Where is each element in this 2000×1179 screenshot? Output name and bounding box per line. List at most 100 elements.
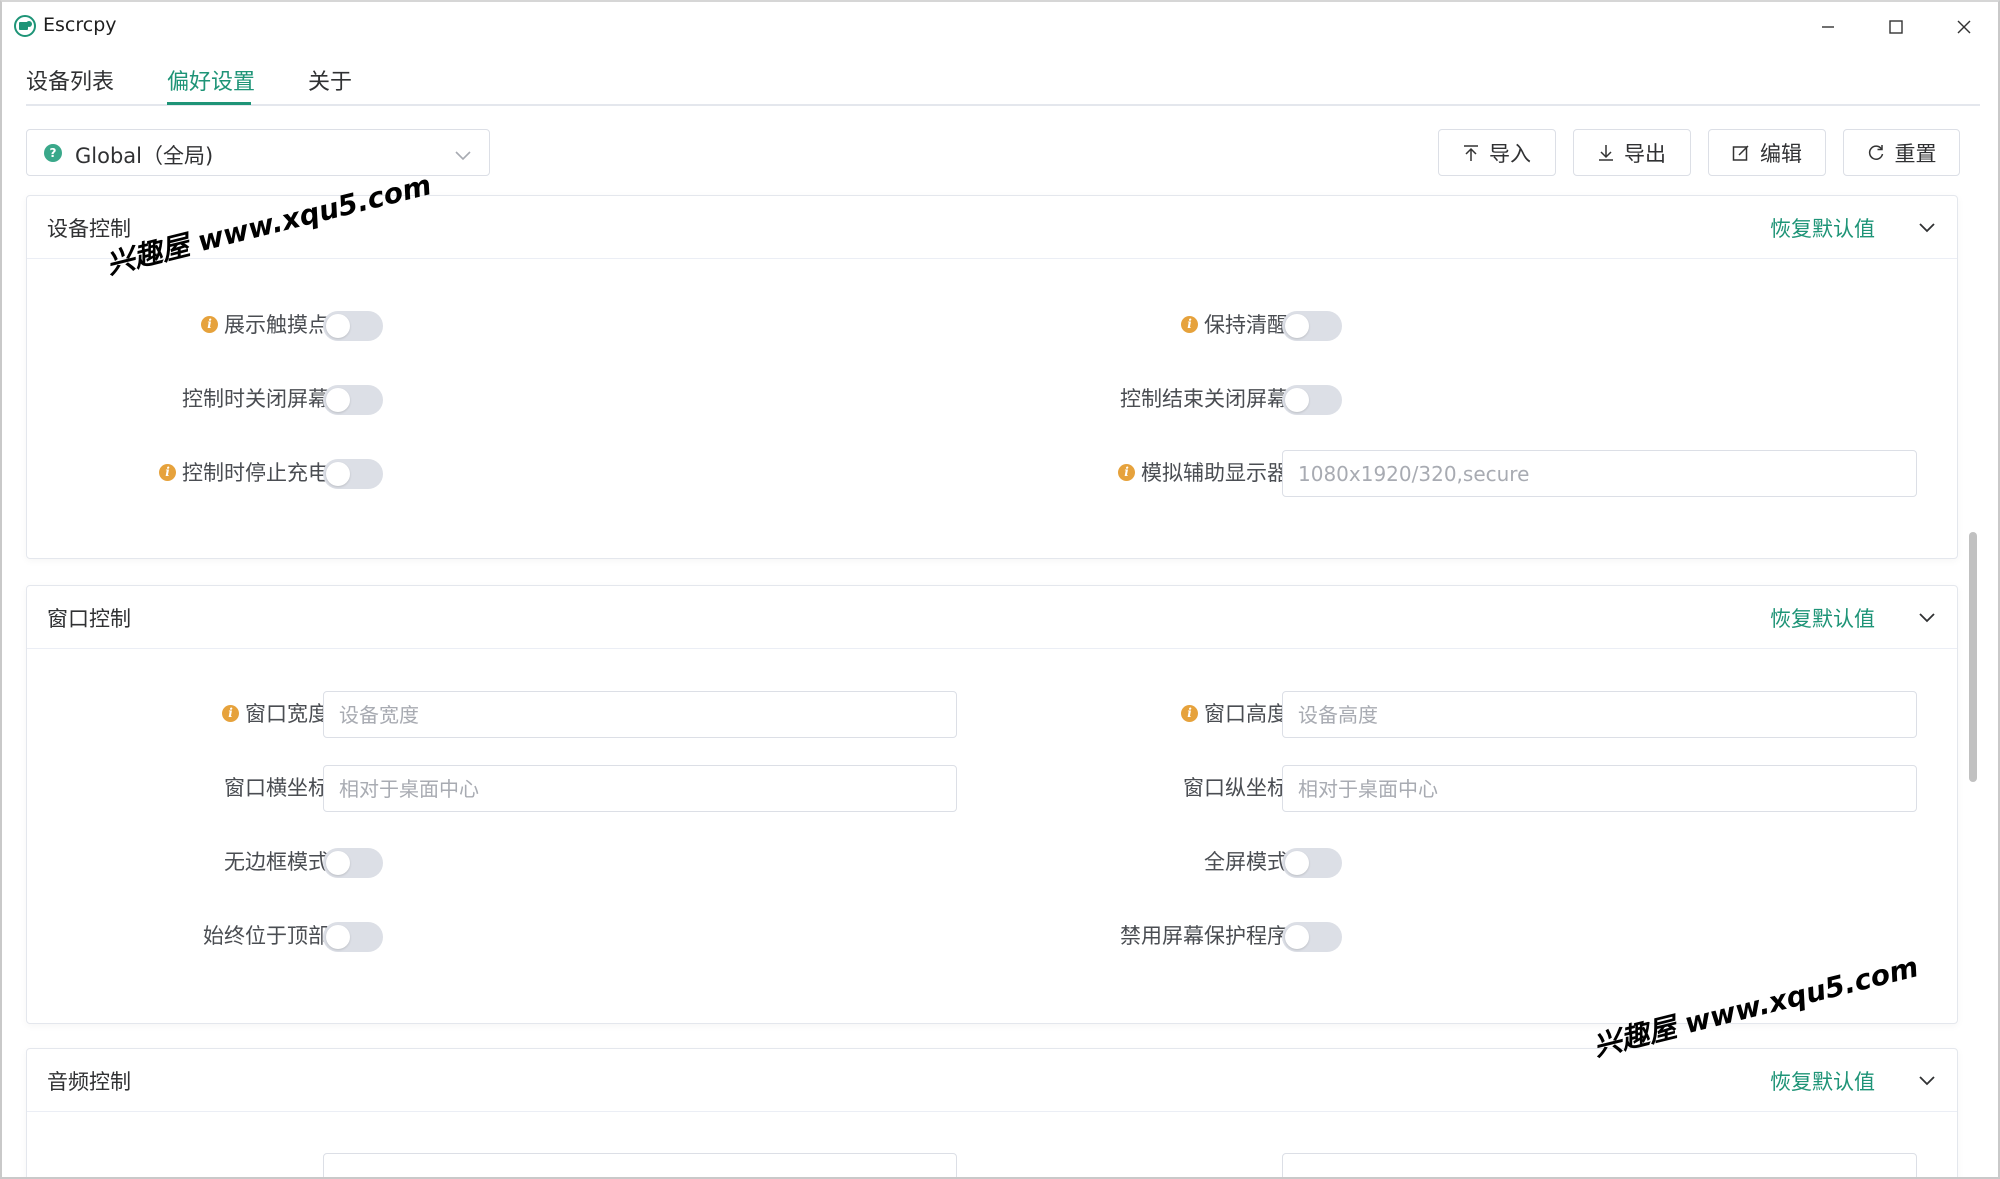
disable-screensaver-switch[interactable] (1282, 922, 1342, 952)
window-y-field[interactable] (1283, 766, 1916, 811)
window-height-field[interactable] (1283, 692, 1916, 737)
close-button[interactable] (1944, 10, 1984, 44)
device-control-section: 设备控制 恢复默认值 i 展示触摸点 i 保持清醒 控制时关闭屏幕 控制结束关闭… (26, 195, 1958, 559)
fullscreen-switch[interactable] (1282, 848, 1342, 878)
window-width-text: 窗口宽度 (245, 702, 329, 726)
window-width-field[interactable] (324, 692, 956, 737)
app-window: Escrcpy 设备列表 偏好设置 关于 ? Global（全局) 导入 导出 (0, 0, 2000, 1179)
window-x-input[interactable] (323, 765, 957, 812)
show-touches-label: i 展示触摸点 (201, 309, 329, 339)
audio-input-partial[interactable] (323, 1153, 957, 1177)
edit-label: 编辑 (1760, 141, 1802, 166)
minimize-icon (1822, 26, 1834, 28)
window-control-section: 窗口控制 恢复默认值 i 窗口宽度 i 窗口高度 窗口横坐标 窗口纵 (26, 585, 1958, 1024)
section-title: 设备控制 (47, 217, 131, 241)
disable-screensaver-text: 禁用屏幕保护程序 (1120, 924, 1288, 948)
window-title: Escrcpy (43, 14, 117, 36)
borderless-switch[interactable] (323, 848, 383, 878)
tab-device-list[interactable]: 设备列表 (26, 64, 114, 106)
stay-awake-switch[interactable] (1282, 311, 1342, 341)
fullscreen-text: 全屏模式 (1204, 850, 1288, 874)
minimize-button[interactable] (1808, 10, 1848, 44)
stop-charging-text: 控制时停止充电 (182, 461, 329, 485)
section-title: 窗口控制 (47, 607, 131, 631)
scrollbar-thumb[interactable] (1969, 532, 1977, 782)
window-x-field[interactable] (324, 766, 956, 811)
vertical-scrollbar[interactable] (1968, 197, 1978, 1172)
close-icon (1957, 20, 1971, 34)
window-y-input[interactable] (1282, 765, 1917, 812)
borderless-label: 无边框模式 (224, 846, 329, 876)
stay-awake-text: 保持清醒 (1204, 313, 1288, 337)
window-x-text: 窗口横坐标 (224, 776, 329, 800)
scope-select-value: Global（全局) (75, 144, 214, 168)
help-icon: ? (44, 144, 62, 162)
stop-charging-switch[interactable] (323, 459, 383, 489)
main-tabs: 设备列表 偏好设置 关于 (26, 58, 1980, 106)
window-y-label: 窗口纵坐标 (1183, 772, 1288, 802)
always-on-top-label: 始终位于顶部 (203, 920, 329, 950)
reset-label: 重置 (1894, 141, 1937, 166)
turn-screen-off-label: 控制时关闭屏幕 (182, 383, 329, 413)
borderless-text: 无边框模式 (224, 850, 329, 874)
edit-button[interactable]: 编辑 (1708, 129, 1826, 176)
show-touches-switch[interactable] (323, 311, 383, 341)
window-x-label: 窗口横坐标 (224, 772, 329, 802)
restore-defaults-link[interactable]: 恢复默认值 (1770, 1066, 1875, 1096)
edit-icon (1732, 144, 1749, 161)
always-on-top-switch[interactable] (323, 922, 383, 952)
info-icon: i (1118, 463, 1135, 481)
export-button[interactable]: 导出 (1573, 129, 1691, 176)
disable-screensaver-label: 禁用屏幕保护程序 (1120, 920, 1288, 950)
virtual-display-text: 模拟辅助显示器 (1141, 461, 1288, 485)
audio-control-header[interactable]: 音频控制 恢复默认值 (27, 1049, 1957, 1112)
window-width-label: i 窗口宽度 (222, 698, 329, 728)
collapse-chevron-icon[interactable] (1919, 1071, 1935, 1090)
fullscreen-label: 全屏模式 (1204, 846, 1288, 876)
window-y-text: 窗口纵坐标 (1183, 776, 1288, 800)
audio-input-partial[interactable] (1282, 1153, 1917, 1177)
import-label: 导入 (1489, 141, 1531, 166)
tab-preferences[interactable]: 偏好设置 (167, 64, 255, 106)
show-touches-text: 展示触摸点 (224, 313, 329, 337)
escrcpy-logo-icon (14, 15, 36, 37)
power-off-on-close-switch[interactable] (1282, 385, 1342, 415)
info-icon: i (1181, 315, 1198, 333)
always-on-top-text: 始终位于顶部 (203, 924, 329, 948)
info-icon: i (1181, 704, 1198, 722)
window-height-text: 窗口高度 (1204, 702, 1288, 726)
audio-control-section: 音频控制 恢复默认值 (26, 1048, 1958, 1177)
info-icon: i (201, 315, 218, 333)
active-tab-indicator (167, 102, 251, 105)
window-height-input[interactable] (1282, 691, 1917, 738)
restore-defaults-link[interactable]: 恢复默认值 (1770, 603, 1875, 633)
section-title: 音频控制 (47, 1070, 131, 1094)
reset-button[interactable]: 重置 (1843, 129, 1960, 176)
maximize-icon (1889, 20, 1903, 34)
chevron-down-icon (455, 146, 471, 165)
info-icon: i (159, 463, 176, 481)
stop-charging-label: i 控制时停止充电 (159, 457, 329, 487)
window-width-input[interactable] (323, 691, 957, 738)
upload-icon (1464, 144, 1478, 161)
virtual-display-input[interactable] (1282, 450, 1917, 497)
collapse-chevron-icon[interactable] (1919, 218, 1935, 237)
collapse-chevron-icon[interactable] (1919, 608, 1935, 627)
virtual-display-label: i 模拟辅助显示器 (1118, 457, 1288, 487)
tab-about[interactable]: 关于 (308, 64, 352, 106)
import-button[interactable]: 导入 (1438, 129, 1556, 176)
window-control-header[interactable]: 窗口控制 恢复默认值 (27, 586, 1957, 649)
title-bar: Escrcpy (2, 2, 1998, 52)
download-icon (1599, 144, 1613, 161)
turn-screen-off-switch[interactable] (323, 385, 383, 415)
restore-defaults-link[interactable]: 恢复默认值 (1770, 213, 1875, 243)
power-off-on-close-label: 控制结束关闭屏幕 (1120, 383, 1288, 413)
turn-screen-off-text: 控制时关闭屏幕 (182, 387, 329, 411)
refresh-icon (1868, 144, 1883, 160)
maximize-button[interactable] (1876, 10, 1916, 44)
export-label: 导出 (1624, 141, 1666, 166)
stay-awake-label: i 保持清醒 (1181, 309, 1288, 339)
info-icon: i (222, 704, 239, 722)
virtual-display-field[interactable] (1283, 451, 1916, 496)
window-height-label: i 窗口高度 (1181, 698, 1288, 728)
